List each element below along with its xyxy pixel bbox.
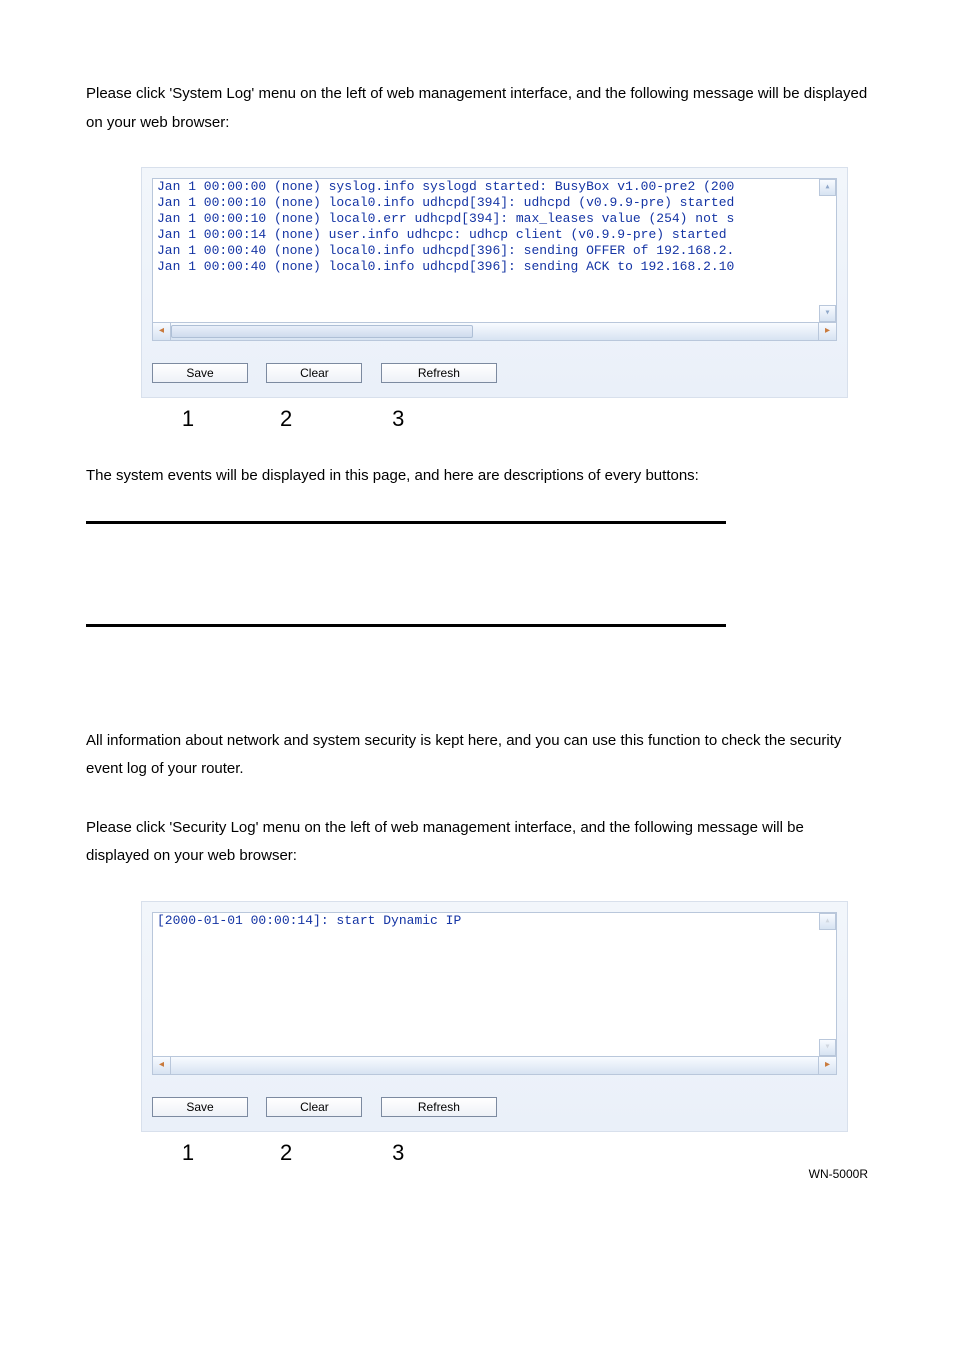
num-2: 2 (249, 1140, 323, 1166)
save-button[interactable]: Save (152, 363, 248, 383)
scroll-down-icon[interactable]: ▾ (819, 1039, 836, 1056)
num-1: 1 (151, 1140, 225, 1166)
scroll-up-icon[interactable]: ▴ (819, 179, 836, 196)
log-line: [2000-01-01 00:00:14]: start Dynamic IP (153, 913, 836, 929)
scroll-down-icon[interactable]: ▾ (819, 305, 836, 322)
security-intro-2: Please click 'Security Log' menu on the … (86, 814, 868, 871)
scroll-up-icon[interactable]: ▴ (819, 913, 836, 930)
horizontal-scrollbar[interactable]: ◂ ▸ (152, 1057, 837, 1075)
footer-model: WN-5000R (809, 1167, 868, 1181)
log-line: Jan 1 00:00:14 (none) user.info udhcpc: … (153, 227, 836, 243)
num-2: 2 (249, 406, 323, 432)
log-line: Jan 1 00:00:10 (none) local0.err udhcpd[… (153, 211, 836, 227)
system-log-panel: Jan 1 00:00:00 (none) syslog.info syslog… (141, 167, 848, 398)
security-log-textbox[interactable]: [2000-01-01 00:00:14]: start Dynamic IP … (152, 912, 837, 1057)
intro-paragraph-1: Please click 'System Log' menu on the le… (86, 80, 868, 137)
clear-button[interactable]: Clear (266, 1097, 362, 1117)
log-line: Jan 1 00:00:10 (none) local0.info udhcpd… (153, 195, 836, 211)
security-log-panel: [2000-01-01 00:00:14]: start Dynamic IP … (141, 901, 848, 1132)
button-row: Save Clear Refresh (152, 363, 837, 383)
log-line: Jan 1 00:00:40 (none) local0.info udhcpd… (153, 259, 836, 275)
num-3: 3 (351, 1140, 445, 1166)
num-1: 1 (151, 406, 225, 432)
security-intro-1: All information about network and system… (86, 727, 868, 784)
scroll-left-icon[interactable]: ◂ (153, 323, 171, 340)
page: Please click 'System Log' menu on the le… (0, 0, 954, 1206)
save-button[interactable]: Save (152, 1097, 248, 1117)
horizontal-scrollbar[interactable]: ◂ ▸ (152, 323, 837, 341)
scroll-right-icon[interactable]: ▸ (818, 323, 836, 340)
log-line: Jan 1 00:00:40 (none) local0.info udhcpd… (153, 243, 836, 259)
scroll-thumb[interactable] (171, 325, 473, 338)
scroll-right-icon[interactable]: ▸ (818, 1057, 836, 1074)
mid-paragraph: The system events will be displayed in t… (86, 462, 868, 491)
button-row: Save Clear Refresh (152, 1097, 837, 1117)
log-line: Jan 1 00:00:00 (none) syslog.info syslog… (153, 179, 836, 195)
num-3: 3 (351, 406, 445, 432)
refresh-button[interactable]: Refresh (381, 1097, 497, 1117)
system-log-textbox[interactable]: Jan 1 00:00:00 (none) syslog.info syslog… (152, 178, 837, 323)
button-numbers: 1 2 3 (141, 406, 868, 432)
refresh-button[interactable]: Refresh (381, 363, 497, 383)
scroll-left-icon[interactable]: ◂ (153, 1057, 171, 1074)
clear-button[interactable]: Clear (266, 363, 362, 383)
button-numbers: 1 2 3 (141, 1140, 868, 1166)
